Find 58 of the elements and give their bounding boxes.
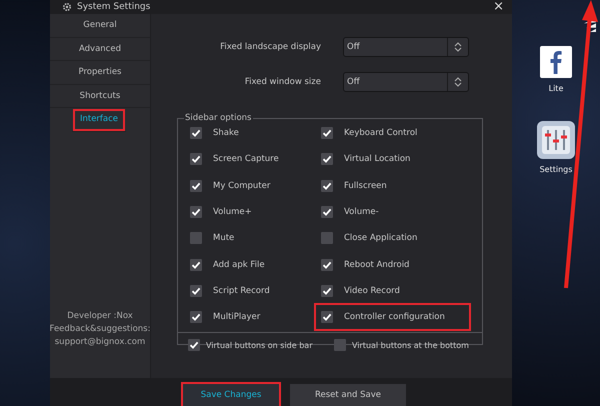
setting-label: Fixed window size <box>244 77 321 87</box>
sidebar-tab[interactable]: Properties <box>50 61 150 84</box>
checkbox[interactable] <box>334 339 346 352</box>
gear-icon <box>62 2 72 12</box>
letter-f-icon[interactable] <box>540 46 572 78</box>
checkbox[interactable] <box>190 206 202 218</box>
checkbox[interactable] <box>321 127 333 140</box>
checkbox[interactable] <box>321 232 333 244</box>
sidebar-tab[interactable]: General <box>50 14 150 38</box>
checkbox[interactable] <box>190 232 202 244</box>
app-label[interactable]: Lite <box>548 84 564 93</box>
checkbox-label: Reboot Android <box>344 260 410 270</box>
checkbox-label: Video Record <box>344 286 400 296</box>
dropdown[interactable]: Off <box>343 37 469 57</box>
checkbox-label: MultiPlayer <box>213 312 260 322</box>
checkbox[interactable] <box>190 258 202 271</box>
setting-label: Fixed landscape display <box>219 42 321 52</box>
checkbox-label: Volume+ <box>213 207 252 218</box>
checkbox-label: Volume- <box>344 207 379 218</box>
checkbox[interactable] <box>321 311 333 324</box>
checkbox-label: Shake <box>213 128 239 138</box>
app-label[interactable]: Settings <box>540 165 572 174</box>
checkbox-label: Controller configuration <box>344 312 445 322</box>
checkbox[interactable] <box>190 153 202 166</box>
group-title: Sidebar options <box>184 113 252 123</box>
sliders-icon[interactable] <box>537 121 575 159</box>
close-button[interactable]: × <box>493 1 504 13</box>
dropdown[interactable]: Off <box>343 72 469 92</box>
sidebar-tab[interactable]: Advanced <box>50 38 150 61</box>
checkbox[interactable] <box>188 339 200 352</box>
checkbox[interactable] <box>190 127 202 140</box>
sidebar-tab[interactable]: Shortcuts <box>50 84 150 108</box>
save-button[interactable]: Save Changes <box>183 384 279 406</box>
checkbox-label: Mute <box>213 233 234 244</box>
checkbox-label: My Computer <box>213 180 270 191</box>
checkbox-label: Fullscreen <box>344 180 387 191</box>
window-title: System Settings <box>77 2 152 12</box>
checkbox-label: Virtual buttons on side bar <box>206 340 312 350</box>
checkbox-label: Keyboard Control <box>344 128 418 138</box>
checkbox[interactable] <box>321 153 333 166</box>
checkbox-label: Add apk File <box>213 260 265 270</box>
checkbox-label: Virtual Location <box>344 154 410 164</box>
sidebar-tab[interactable]: Interface <box>72 108 126 132</box>
checkbox[interactable] <box>190 284 202 297</box>
developer-info: Developer :Nox <box>67 310 133 322</box>
checkbox[interactable] <box>321 180 333 192</box>
checkbox[interactable] <box>190 180 202 192</box>
checkbox[interactable] <box>321 258 333 271</box>
developer-info: Feedback&suggestions: <box>50 323 150 335</box>
checkbox-label: Close Application <box>344 233 418 244</box>
checkbox[interactable] <box>190 311 202 324</box>
checkbox[interactable] <box>321 284 333 297</box>
checkbox-label: Virtual buttons at the bottom <box>352 340 469 350</box>
checkbox[interactable] <box>321 206 333 218</box>
checkbox-label: Script Record <box>213 286 270 296</box>
checkbox-label: Screen Capture <box>213 154 279 164</box>
developer-info: support@bignox.com <box>54 336 146 348</box>
reset-button[interactable]: Reset and Save <box>290 384 406 406</box>
